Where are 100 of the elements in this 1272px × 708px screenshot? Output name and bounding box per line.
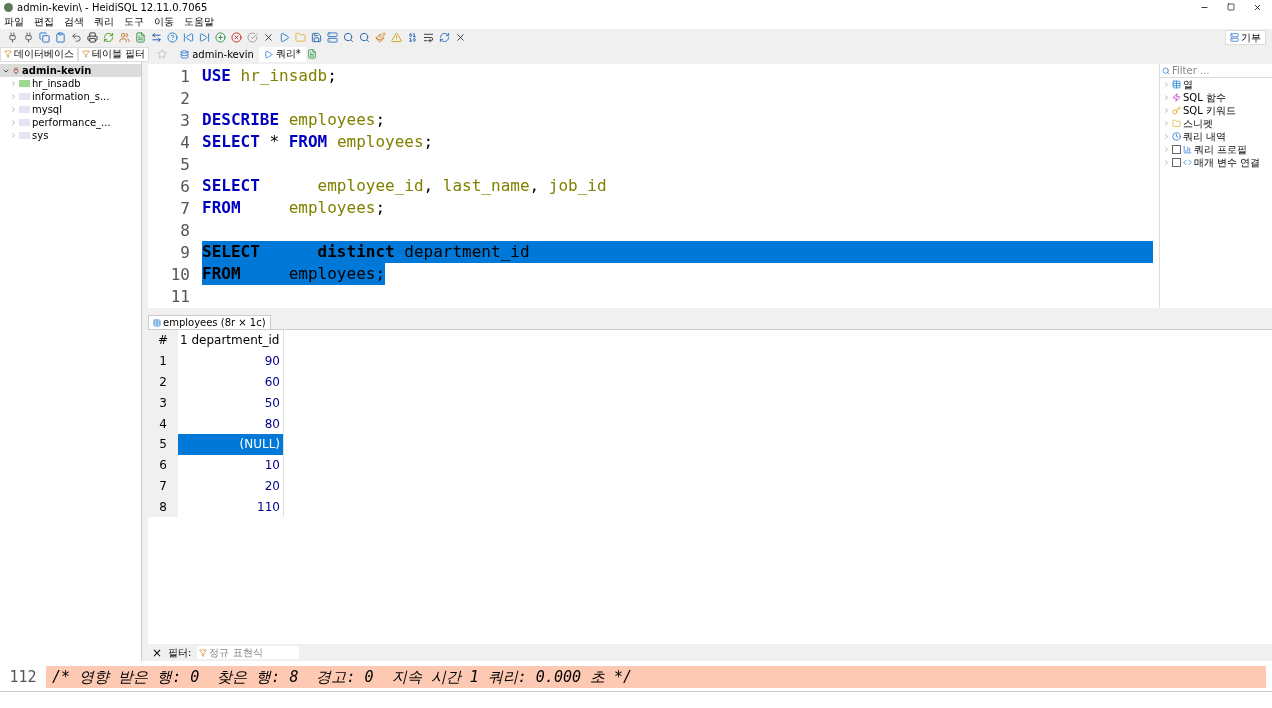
filter-icon: [199, 648, 208, 657]
row-number: 8: [148, 496, 178, 518]
check-button[interactable]: [246, 31, 259, 44]
code-line: SELECT employee_id, last_name, job_id: [202, 175, 607, 197]
first-button[interactable]: [182, 31, 195, 44]
helper-item[interactable]: 열: [1160, 78, 1272, 91]
star-icon[interactable]: [157, 49, 168, 59]
panel-tab[interactable]: 테이블 필터: [78, 46, 150, 62]
sql-editor[interactable]: 1 USE hr_insadb; 2 3 DESCRIBE employees; 4 SELECT * FROM employees; 5 6 SELECT employee_id, last_name, job_id 7 FROM employees; 8 9 SELECT distinct department_id 10 FROM employees; 11: [148, 64, 1153, 308]
filter-field[interactable]: Filter ...: [1160, 64, 1272, 78]
add-icon: [215, 32, 226, 43]
helper-item[interactable]: 매개 변수 연결: [1160, 156, 1272, 169]
delete-button[interactable]: [230, 31, 243, 44]
menu-item[interactable]: 도움말: [184, 14, 214, 29]
printer-icon: [87, 32, 98, 43]
wrap-button[interactable]: [422, 31, 435, 44]
wrap-icon: [423, 32, 434, 43]
header-cell[interactable]: #: [148, 330, 178, 351]
last-button[interactable]: [198, 31, 211, 44]
bar-chart-icon: [1183, 145, 1192, 154]
search-button[interactable]: [358, 31, 371, 44]
close-icon[interactable]: [1253, 2, 1262, 12]
add-button[interactable]: [214, 31, 227, 44]
swap-button[interactable]: [150, 31, 163, 44]
maximize-icon[interactable]: [1227, 2, 1235, 11]
plug-button[interactable]: [22, 31, 35, 44]
helper-item[interactable]: SQL 함수: [1160, 91, 1272, 104]
help-button[interactable]: [166, 31, 179, 44]
search-button[interactable]: [342, 31, 355, 44]
menu-item[interactable]: 파일: [4, 14, 24, 29]
helper-item[interactable]: 스니펫: [1160, 117, 1272, 130]
check-icon: [247, 32, 258, 43]
key-icon: [1172, 106, 1181, 115]
close-filter-button[interactable]: ×: [152, 645, 163, 660]
log-message: /* 영향 받은 행: 0 찾은 행: 8 경고: 0 지속 시간 1 쿼리: 0.000 초 */: [46, 666, 1266, 688]
document-button[interactable]: [134, 31, 147, 44]
helper-item[interactable]: 쿼리 프로필: [1160, 143, 1272, 156]
result-tab[interactable]: employees (8r × 1c): [148, 315, 271, 329]
close-button[interactable]: [454, 31, 467, 44]
menu-item[interactable]: 검색: [64, 14, 84, 29]
panel-tab[interactable]: 데이터베이스: [0, 46, 78, 62]
table-icon: [1172, 80, 1181, 89]
cancel-button[interactable]: [262, 31, 275, 44]
document-icon: [135, 32, 146, 43]
line-number: 7: [179, 198, 191, 218]
menu-item[interactable]: 쿼리: [94, 14, 114, 29]
line-number: 11: [169, 286, 191, 306]
sync-icon: [439, 32, 450, 43]
helper-item[interactable]: SQL 키워드: [1160, 104, 1272, 117]
brush-button[interactable]: [374, 31, 387, 44]
filter-icon: [82, 50, 90, 58]
line-number: 9: [179, 242, 191, 262]
window-title: admin-kevin\ - HeidiSQL 12.11.0.7065: [17, 1, 209, 13]
table-cell[interactable]: (NULL): [178, 434, 284, 455]
line-number: 8: [179, 220, 191, 240]
new-tab-button[interactable]: [305, 47, 319, 61]
search-icon: [359, 32, 370, 43]
checkbox[interactable]: [1172, 158, 1181, 167]
help-icon: [167, 32, 178, 43]
line-number: 2: [179, 88, 191, 108]
line-number: 6: [179, 176, 191, 196]
play-icon: [263, 49, 273, 59]
tree-root-item[interactable]: admin-kevin: [0, 64, 141, 77]
row-number: 1: [148, 350, 178, 372]
printer-button[interactable]: [86, 31, 99, 44]
save-icon: [311, 32, 322, 43]
database-item[interactable]: information_s...: [0, 90, 141, 103]
row-number: 5: [148, 434, 178, 455]
server-button[interactable]: [326, 31, 339, 44]
regex-filter-field[interactable]: 정규 표현식: [197, 646, 300, 659]
binary-button[interactable]: [406, 31, 419, 44]
database-item[interactable]: hr_insadb: [0, 77, 141, 90]
paste-button[interactable]: [54, 31, 67, 44]
donate-button[interactable]: 기부: [1225, 30, 1266, 45]
refresh-icon: [103, 32, 114, 43]
run-icon: [279, 32, 290, 43]
menu-item[interactable]: 편집: [34, 14, 54, 29]
database-item[interactable]: sys: [0, 129, 141, 142]
plug-button[interactable]: [6, 31, 19, 44]
query-tab[interactable]: admin-kevin: [175, 46, 259, 62]
checkbox[interactable]: [1172, 145, 1181, 154]
undo-button[interactable]: [70, 31, 83, 44]
copy-button[interactable]: [38, 31, 51, 44]
row-number: 7: [148, 475, 178, 497]
save-button[interactable]: [310, 31, 323, 44]
menu-item[interactable]: 도구: [124, 14, 144, 29]
plug-icon: [7, 32, 18, 43]
code-line: FROM employees;: [202, 197, 386, 219]
header-cell[interactable]: 1 department_id: [178, 330, 284, 351]
result-grid[interactable]: # 1 department_id 1 90 2 60 3 50 4 80 5 (NULL) 6 10 7 20 8 110: [148, 330, 1272, 644]
database-item[interactable]: mysql: [0, 103, 141, 116]
users-button[interactable]: [118, 31, 131, 44]
query-tab[interactable]: 쿼리*: [258, 46, 306, 62]
database-item[interactable]: performance_...: [0, 116, 141, 129]
code-icon: [1183, 158, 1192, 167]
menu-item[interactable]: 이동: [154, 14, 174, 29]
line-number: 1: [179, 66, 191, 86]
filter-icon: [4, 50, 12, 58]
code-line: USE hr_insadb;: [202, 65, 337, 87]
helper-item[interactable]: 쿼리 내역: [1160, 130, 1272, 143]
